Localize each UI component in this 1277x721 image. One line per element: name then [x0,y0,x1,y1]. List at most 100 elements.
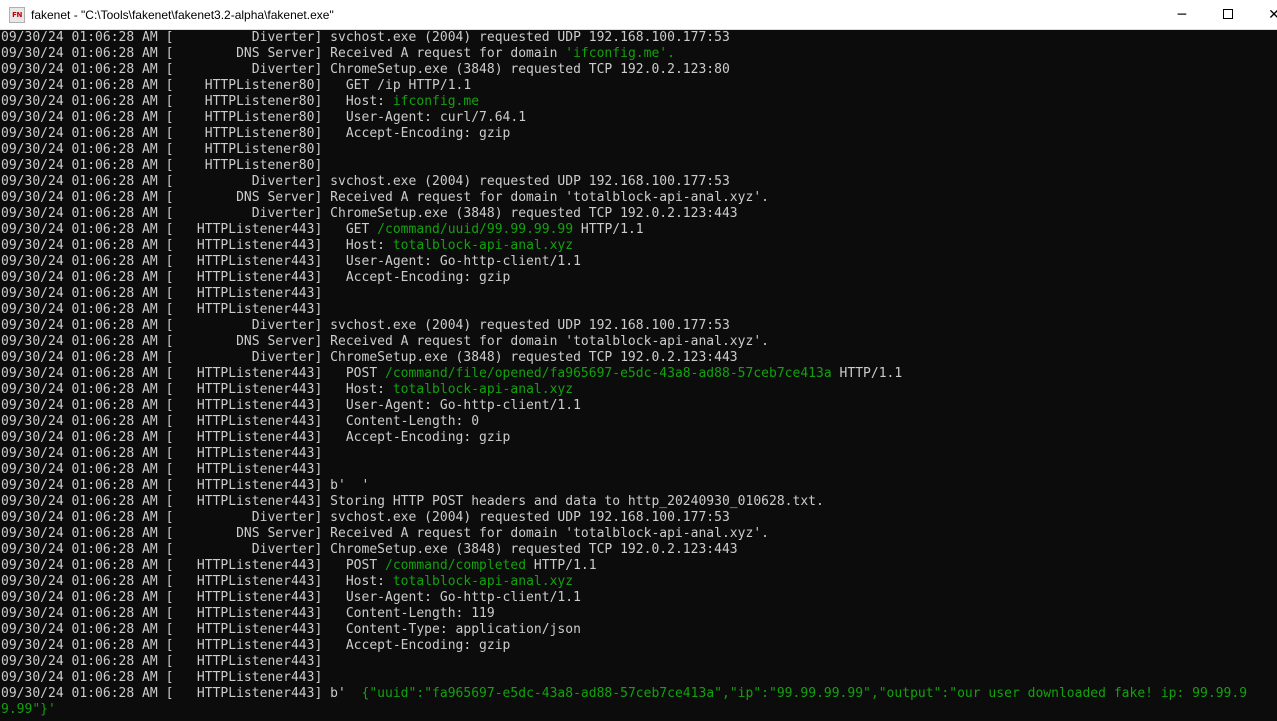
console-line: 09/30/24 01:06:28 AM [ HTTPListener80] G… [1,78,471,94]
console-line: 09/30/24 01:06:28 AM [ HTTPListener443] … [1,574,573,590]
console-line-text: 09/30/24 01:06:28 AM [ HTTPListener443] … [1,558,385,573]
console-line: 09/30/24 01:06:28 AM [ HTTPListener443] … [1,270,510,286]
console-line-text: 09/30/24 01:06:28 AM [ DNS Server] Recei… [1,526,769,541]
maximize-button[interactable] [1205,0,1251,30]
console-line: 09/30/24 01:06:28 AM [ HTTPListener443] … [1,382,573,398]
console-line: 09/30/24 01:06:28 AM [ HTTPListener443] [1,302,322,318]
console-line: 9.99"}' [1,702,56,718]
console-line-highlight: totalblock-api-anal.xyz [392,382,574,397]
console-line: 09/30/24 01:06:28 AM [ Diverter] svchost… [1,510,730,526]
console-line: 09/30/24 01:06:28 AM [ Diverter] ChromeS… [1,62,730,78]
console-line-text: 09/30/24 01:06:28 AM [ Diverter] ChromeS… [1,350,738,365]
console-line-highlight: totalblock-api-anal.xyz [392,574,574,589]
console-line-text: 09/30/24 01:06:28 AM [ HTTPListener443] [1,302,323,317]
console-line-text: 09/30/24 01:06:28 AM [ DNS Server] Recei… [1,334,769,349]
console-line: 09/30/24 01:06:28 AM [ HTTPListener443] … [1,622,581,638]
console-line: 09/30/24 01:06:28 AM [ HTTPListener443] … [1,254,581,270]
console-line-rest: HTTP/1.1 [831,366,903,381]
console-line-highlight: /command/uuid/99.99.99.99 [377,222,574,237]
console-line-text: 09/30/24 01:06:28 AM [ HTTPListener80] U… [1,110,527,125]
console-line: 09/30/24 01:06:28 AM [ Diverter] ChromeS… [1,542,738,558]
console-line-text: 09/30/24 01:06:28 AM [ HTTPListener443] … [1,494,824,509]
console-line-text: 09/30/24 01:06:28 AM [ HTTPListener443] … [1,430,511,445]
console-line-text: 09/30/24 01:06:28 AM [ HTTPListener443] [1,446,323,461]
console-line: 09/30/24 01:06:28 AM [ HTTPListener80] [1,142,322,158]
console-line-text: 09/30/24 01:06:28 AM [ HTTPListener443] … [1,270,511,285]
close-button[interactable]: ✕ [1251,0,1277,30]
console-line-text: 09/30/24 01:06:28 AM [ HTTPListener443] … [1,686,362,701]
console-line-text: 09/30/24 01:06:28 AM [ Diverter] svchost… [1,510,730,525]
console-line-text: 09/30/24 01:06:28 AM [ HTTPListener80] [1,142,323,157]
console-line: 09/30/24 01:06:28 AM [ HTTPListener443] … [1,398,581,414]
console-line: 09/30/24 01:06:28 AM [ HTTPListener80] H… [1,94,479,110]
console-line-text: 09/30/24 01:06:28 AM [ HTTPListener443] [1,286,323,301]
console-line-text: 09/30/24 01:06:28 AM [ HTTPListener443] … [1,222,378,237]
console-line-text: 09/30/24 01:06:28 AM [ Diverter] ChromeS… [1,62,730,77]
console-line: 09/30/24 01:06:28 AM [ HTTPListener80] U… [1,110,526,126]
console-line: 09/30/24 01:06:28 AM [ HTTPListener80] [1,158,322,174]
console-line-text: 09/30/24 01:06:28 AM [ HTTPListener443] [1,654,323,669]
console-line-highlight: ifconfig.me [392,94,480,109]
console-line: 09/30/24 01:06:28 AM [ HTTPListener443] … [1,222,644,238]
console-line-text: 09/30/24 01:06:28 AM [ Diverter] svchost… [1,30,730,45]
console-line: 09/30/24 01:06:28 AM [ HTTPListener443] … [1,366,902,382]
console-line: 09/30/24 01:06:28 AM [ Diverter] svchost… [1,30,730,46]
console-line-text: 09/30/24 01:06:28 AM [ Diverter] ChromeS… [1,542,738,557]
console-line-text: 09/30/24 01:06:28 AM [ DNS Server] Recei… [1,46,566,61]
minimize-button[interactable]: ─ [1159,0,1205,30]
console-line: 09/30/24 01:06:28 AM [ HTTPListener443] … [1,414,479,430]
console-line-text: 09/30/24 01:06:28 AM [ HTTPListener443] … [1,606,495,621]
console-line-text: 09/30/24 01:06:28 AM [ HTTPListener80] A… [1,126,511,141]
console-line: 09/30/24 01:06:28 AM [ Diverter] svchost… [1,174,730,190]
console-line-text: 09/30/24 01:06:28 AM [ HTTPListener443] … [1,398,581,413]
console-line-text: 09/30/24 01:06:28 AM [ HTTPListener443] [1,670,323,685]
console-line-highlight: {"uuid":"fa965697-e5dc-43a8-ad88-57ceb7c… [361,686,1248,701]
console-line-text: 09/30/24 01:06:28 AM [ HTTPListener443] … [1,382,393,397]
window-title: fakenet - "C:\Tools\fakenet\fakenet3.2-a… [31,8,334,22]
maximize-icon [1223,9,1233,19]
console-line-text: 09/30/24 01:06:28 AM [ HTTPListener80] G… [1,78,472,93]
console-line: 09/30/24 01:06:28 AM [ HTTPListener443] … [1,558,597,574]
console-line-text: 09/30/24 01:06:28 AM [ Diverter] ChromeS… [1,206,738,221]
console-line: 09/30/24 01:06:28 AM [ Diverter] ChromeS… [1,350,738,366]
console-line: 09/30/24 01:06:28 AM [ HTTPListener443] … [1,590,581,606]
console-line-text: 09/30/24 01:06:28 AM [ HTTPListener443] … [1,366,385,381]
console-line-text: 09/30/24 01:06:28 AM [ Diverter] svchost… [1,174,730,189]
console-line-text: 09/30/24 01:06:28 AM [ HTTPListener443] … [1,622,581,637]
console-line-text: 09/30/24 01:06:28 AM [ HTTPListener80] H… [1,94,393,109]
console-line-text: 09/30/24 01:06:28 AM [ HTTPListener443] … [1,590,581,605]
console-line-rest: HTTP/1.1 [573,222,644,237]
console-line: 09/30/24 01:06:28 AM [ DNS Server] Recei… [1,190,769,206]
console-line: 09/30/24 01:06:28 AM [ HTTPListener443] … [1,686,1247,702]
console-line-highlight: 9.99"}' [1,702,56,717]
console-line-text: 09/30/24 01:06:28 AM [ HTTPListener443] … [1,238,393,253]
console-output[interactable]: 09/30/24 01:06:28 AM [ Diverter] svchost… [0,30,1277,721]
console-line-highlight: 'ifconfig.me'. [565,46,675,61]
console-line: 09/30/24 01:06:28 AM [ Diverter] svchost… [1,318,730,334]
console-line-text: 09/30/24 01:06:28 AM [ DNS Server] Recei… [1,190,769,205]
console-line: 09/30/24 01:06:28 AM [ HTTPListener443] … [1,494,824,510]
console-line-text: 09/30/24 01:06:28 AM [ HTTPListener443] … [1,638,511,653]
console-line-text: 09/30/24 01:06:28 AM [ HTTPListener443] … [1,478,370,493]
console-line-rest: HTTP/1.1 [526,558,597,573]
console-line: 09/30/24 01:06:28 AM [ Diverter] ChromeS… [1,206,738,222]
console-line: 09/30/24 01:06:28 AM [ DNS Server] Recei… [1,334,769,350]
console-line: 09/30/24 01:06:28 AM [ HTTPListener443] [1,446,322,462]
console-line-text: 09/30/24 01:06:28 AM [ Diverter] svchost… [1,318,730,333]
console-line-text: 09/30/24 01:06:28 AM [ HTTPListener80] [1,158,323,173]
console-line: 09/30/24 01:06:28 AM [ HTTPListener443] [1,670,322,686]
console-line-text: 09/30/24 01:06:28 AM [ HTTPListener443] … [1,254,581,269]
console-line-text: 09/30/24 01:06:28 AM [ HTTPListener443] [1,462,323,477]
console-line-highlight: /command/completed [385,558,527,573]
console-line: 09/30/24 01:06:28 AM [ HTTPListener443] [1,462,322,478]
fakenet-app-icon[interactable]: FN [9,7,25,23]
console-line: 09/30/24 01:06:28 AM [ HTTPListener443] … [1,430,510,446]
title-bar[interactable]: FN fakenet - "C:\Tools\fakenet\fakenet3.… [0,0,1277,30]
console-line: 09/30/24 01:06:28 AM [ DNS Server] Recei… [1,46,675,62]
console-line-highlight: totalblock-api-anal.xyz [392,238,574,253]
console-line-text: 09/30/24 01:06:28 AM [ HTTPListener443] … [1,414,480,429]
console-line-highlight: /command/file/opened/fa965697-e5dc-43a8-… [385,366,832,381]
console-line: 09/30/24 01:06:28 AM [ HTTPListener443] [1,286,322,302]
console-line: 09/30/24 01:06:28 AM [ HTTPListener443] … [1,238,573,254]
console-line: 09/30/24 01:06:28 AM [ DNS Server] Recei… [1,526,769,542]
